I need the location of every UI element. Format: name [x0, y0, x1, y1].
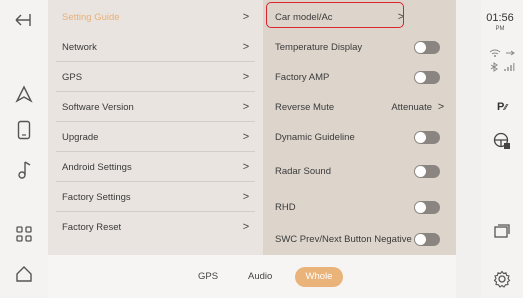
- bluetooth-icon: [489, 58, 499, 76]
- menu-item-upgrade[interactable]: Upgrade >: [48, 122, 263, 152]
- option-dynamic-guideline[interactable]: Dynamic Guideline: [263, 122, 456, 152]
- chevron-right-icon: >: [242, 71, 250, 83]
- option-label: Reverse Mute: [275, 101, 335, 113]
- option-car-model-ac[interactable]: Car model/Ac >: [263, 2, 456, 32]
- music-icon[interactable]: [12, 158, 36, 182]
- option-reverse-mute[interactable]: Reverse Mute Attenuate >: [263, 92, 456, 122]
- chevron-right-icon: >: [242, 221, 250, 233]
- menu-item-label: Network: [62, 41, 97, 53]
- menu-item-factory-settings[interactable]: Factory Settings >: [48, 182, 263, 212]
- chevron-right-icon: >: [242, 41, 250, 53]
- option-label: Factory AMP: [275, 71, 330, 83]
- reverse-mute-value: Attenuate: [391, 101, 432, 113]
- menu-item-label: Software Version: [62, 101, 134, 113]
- chevron-right-icon: >: [242, 191, 250, 203]
- apps-icon[interactable]: [12, 222, 36, 246]
- option-label: Radar Sound: [275, 165, 331, 177]
- option-label: SWC Prev/Next Button Negative: [275, 233, 412, 245]
- option-label: Car model/Ac: [275, 11, 333, 23]
- menu-item-label: Factory Settings: [62, 191, 131, 203]
- navigation-icon[interactable]: [12, 82, 36, 106]
- chevron-right-icon: >: [242, 131, 250, 143]
- option-label: Dynamic Guideline: [275, 131, 355, 143]
- factory-amp-toggle[interactable]: [414, 70, 440, 84]
- option-label: RHD: [275, 201, 296, 213]
- option-label: Temperature Display: [275, 41, 363, 53]
- tab-whole[interactable]: Whole: [295, 267, 343, 287]
- clock-ampm: PM: [495, 26, 505, 32]
- menu-item-label: Setting Guide: [62, 11, 120, 23]
- right-status-bar: 01:56 PM P ⁄⁄: [481, 0, 523, 298]
- steering-wheel-icon: [491, 132, 513, 150]
- setting-guide-options: Car model/Ac > Temperature Display Facto…: [263, 0, 456, 255]
- chevron-right-icon: >: [242, 161, 250, 173]
- tab-audio[interactable]: Audio: [248, 267, 272, 287]
- clock-time: 01:56: [486, 12, 514, 24]
- menu-item-factory-reset[interactable]: Factory Reset >: [48, 212, 263, 242]
- recent-apps-icon[interactable]: [491, 222, 513, 240]
- settings-icon[interactable]: [491, 270, 513, 288]
- swc-toggle[interactable]: [414, 232, 440, 246]
- menu-item-android-settings[interactable]: Android Settings >: [48, 152, 263, 182]
- home-icon[interactable]: [12, 262, 36, 286]
- menu-item-setting-guide[interactable]: Setting Guide >: [48, 2, 263, 32]
- chevron-right-icon: >: [242, 11, 250, 23]
- dynamic-guideline-toggle[interactable]: [414, 130, 440, 144]
- menu-item-label: Upgrade: [62, 131, 99, 143]
- menu-item-gps[interactable]: GPS >: [48, 62, 263, 92]
- option-temperature-display[interactable]: Temperature Display: [263, 32, 456, 62]
- chevron-right-icon: >: [437, 101, 445, 113]
- bottom-tab-bar: GPS Audio Whole: [48, 255, 456, 298]
- option-radar-sound[interactable]: Radar Sound: [263, 156, 456, 186]
- phone-icon[interactable]: [12, 118, 36, 142]
- signal-icon: [503, 58, 515, 76]
- menu-item-label: Android Settings: [62, 161, 132, 173]
- menu-item-label: Factory Reset: [62, 221, 122, 233]
- temperature-display-toggle[interactable]: [414, 40, 440, 54]
- menu-item-network[interactable]: Network >: [48, 32, 263, 62]
- left-sidebar: [0, 0, 48, 298]
- chevron-right-icon: >: [397, 11, 405, 23]
- tab-gps[interactable]: GPS: [198, 267, 218, 287]
- chevron-right-icon: >: [242, 101, 250, 113]
- radar-sound-toggle[interactable]: [414, 164, 440, 178]
- option-rhd[interactable]: RHD: [263, 192, 456, 222]
- rhd-toggle[interactable]: [414, 200, 440, 214]
- parking-icon: P ⁄⁄: [496, 101, 507, 113]
- back-icon[interactable]: [12, 8, 36, 32]
- option-factory-amp[interactable]: Factory AMP: [263, 62, 456, 92]
- menu-item-label: GPS: [62, 71, 83, 83]
- menu-item-software-version[interactable]: Software Version >: [48, 92, 263, 122]
- settings-category-list: Setting Guide > Network > GPS > Software…: [48, 0, 263, 255]
- option-swc-prev-next[interactable]: SWC Prev/Next Button Negative: [263, 224, 456, 254]
